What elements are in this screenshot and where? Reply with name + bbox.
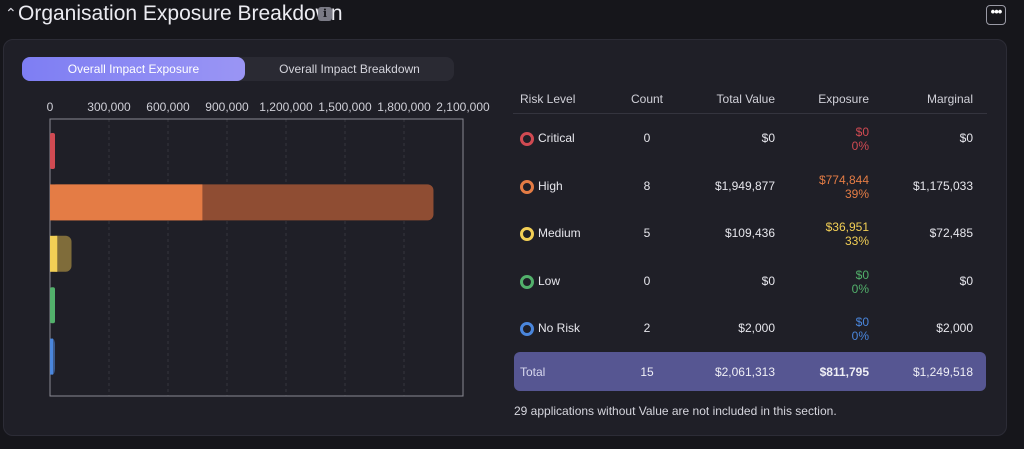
header-exposure: Exposure: [818, 92, 869, 106]
x-tick-label: 0: [47, 100, 54, 114]
risk-level-label: Critical: [538, 131, 575, 145]
count-cell: 8: [643, 178, 651, 193]
x-tick-label: 1,800,000: [377, 100, 431, 114]
exposure-cell: $36,951 33%: [826, 220, 869, 248]
risk-low-dot-icon: [520, 274, 534, 289]
risk-level-label: Medium: [538, 226, 581, 241]
x-tick-label: 900,000: [205, 100, 249, 114]
count-cell: 5: [643, 226, 651, 241]
total-count: 15: [640, 365, 654, 379]
exposure-percent: 0%: [851, 329, 869, 344]
bar-no-risk-exposure: [50, 338, 53, 375]
exposure-cell: $0 0%: [852, 315, 869, 343]
table-row: High 8 $1,949,877 $774,844 39% $1,175,033: [513, 162, 987, 210]
exposure-amount: $0: [855, 267, 869, 282]
exposure-amount: $36,951: [825, 220, 869, 235]
exposure-amount: $0: [855, 125, 869, 139]
count-cell: 0: [643, 131, 651, 145]
total-value-cell: $109,436: [724, 226, 775, 241]
header-total-value: Total Value: [716, 92, 775, 106]
x-tick-label: 300,000: [87, 100, 131, 114]
table-row: No Risk 2 $2,000 $0 0% $2,000: [513, 304, 987, 352]
exposure-percent: 39%: [844, 186, 869, 201]
total-value-cell: $0: [761, 131, 775, 145]
risk-level-cell: No Risk: [520, 321, 581, 337]
header-risk-level: Risk Level: [520, 92, 576, 106]
risk-level-cell: Critical: [520, 131, 575, 146]
risk-level-label: Low: [538, 273, 561, 288]
x-tick-label: 600,000: [146, 100, 190, 114]
count-cell: 0: [643, 273, 651, 288]
total-value: $2,061,313: [714, 365, 775, 379]
plot-frame: [49, 118, 464, 397]
risk-level-cell: Low: [520, 274, 560, 289]
table-body: Critical 0 $0 $0 0% $0 High 8 $1,949,877 $774,844…: [513, 114, 987, 352]
count-cell: 2: [643, 321, 651, 336]
risk-level-label: High: [538, 178, 563, 193]
exposure-amount: $0: [855, 315, 869, 330]
total-label: Total: [520, 365, 546, 379]
risk-table: Risk Level Count Total Value Exposure Ma…: [513, 92, 987, 352]
exposure-percent: 0%: [851, 281, 869, 296]
bar-high-exposure: [50, 184, 203, 221]
risk-level-cell: High: [520, 179, 563, 194]
table-total-row: Total 15 $2,061,313 $811,795 $1,249,518: [514, 352, 986, 391]
marginal-cell: $1,175,033: [912, 178, 973, 193]
total-exposure: $811,795: [819, 365, 869, 379]
total-value-cell: $1,949,877: [714, 178, 775, 193]
header-marginal: Marginal: [926, 92, 973, 106]
exposure-cell: $0 0%: [852, 268, 869, 296]
exposure-cell: $0 0%: [852, 125, 869, 153]
risk-medium-dot-icon: [520, 227, 534, 242]
total-value-cell: $2,000: [738, 321, 775, 336]
total-value-cell: $0: [761, 273, 775, 288]
marginal-cell: $2,000: [936, 321, 973, 336]
exposure-amount: $774,844: [818, 172, 869, 187]
risk-critical-dot-icon: [520, 132, 534, 146]
bar-medium-exposure: [50, 235, 58, 272]
total-marginal: $1,249,518: [912, 365, 973, 379]
marginal-cell: $72,485: [929, 226, 973, 241]
risk-level-label: No Risk: [538, 321, 581, 336]
marginal-cell: $0: [959, 273, 973, 288]
bar-critical: [50, 133, 55, 169]
x-tick-label: 1,200,000: [259, 100, 313, 114]
table-header: Risk Level Count Total Value Exposure Ma…: [513, 92, 987, 114]
table-row: Critical 0 $0 $0 0% $0: [513, 114, 987, 162]
marginal-cell: $0: [959, 131, 973, 145]
x-tick-label: 1,500,000: [318, 100, 372, 114]
exposure-percent: 33%: [844, 234, 869, 249]
risk-level-cell: Medium: [520, 226, 581, 242]
risk-no-risk-dot-icon: [520, 322, 534, 337]
header-count: Count: [630, 92, 664, 106]
table-row: Medium 5 $109,436 $36,951 33% $72,485: [513, 209, 987, 257]
exposure-cell: $774,844 39%: [819, 173, 869, 201]
table-row: Low 0 $0 $0 0% $0: [513, 257, 987, 305]
footnote: 29 applications without Value are not in…: [514, 404, 837, 418]
bar-low: [50, 287, 55, 324]
risk-high-dot-icon: [520, 179, 534, 194]
x-tick-label: 2,100,000: [436, 100, 490, 114]
exposure-percent: 0%: [851, 139, 869, 153]
